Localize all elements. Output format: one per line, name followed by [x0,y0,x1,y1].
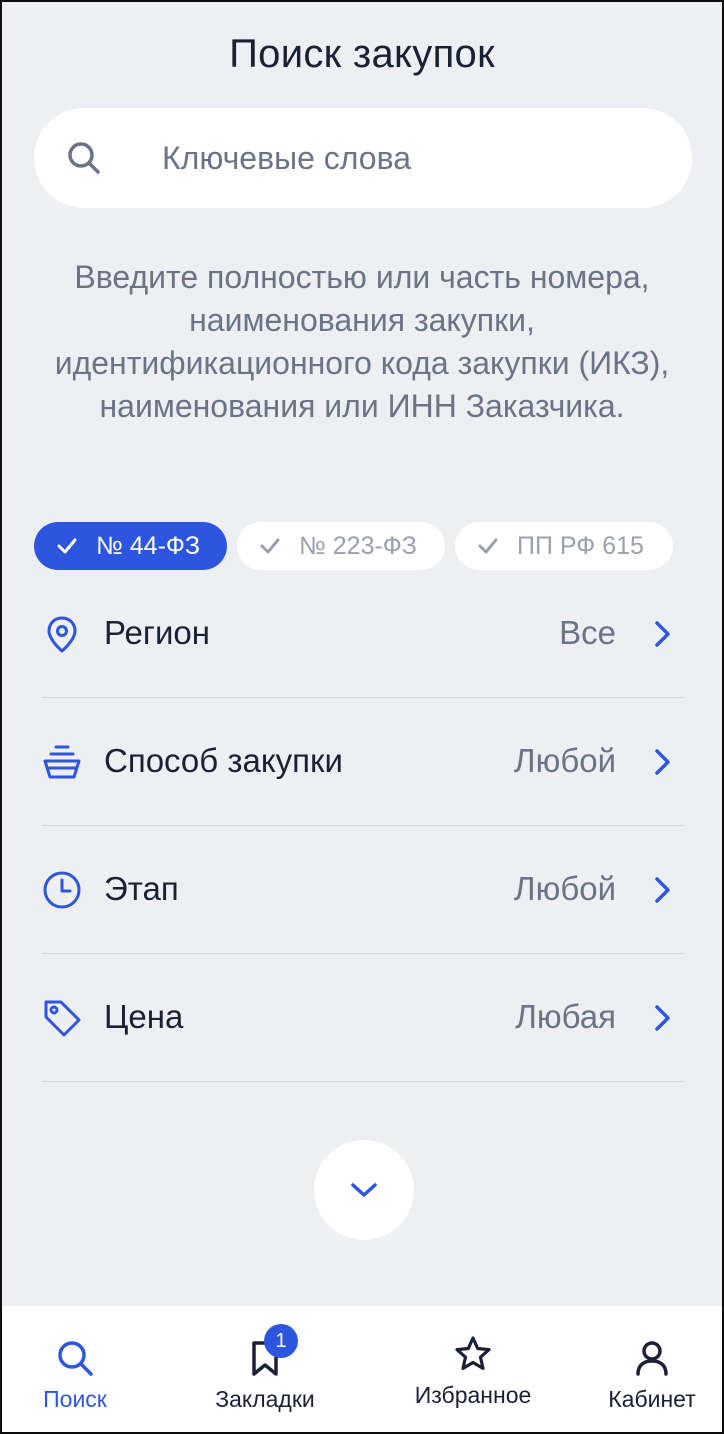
search-bar[interactable] [34,108,692,208]
location-pin-icon [47,616,77,653]
filter-value: Все [559,614,616,651]
chip-label: ПП РФ 615 [517,531,644,560]
search-input[interactable] [130,108,682,208]
check-icon [260,538,280,554]
filter-value: Любой [513,742,616,779]
auction-stand-icon [43,745,81,779]
expand-filters-button[interactable] [314,1140,414,1240]
filter-value: Любая [515,998,616,1035]
filter-region[interactable]: Регион Все [42,570,684,698]
filter-list: Регион Все Способ закупки Любой Этап Люб… [42,570,684,1082]
chevron-right-icon [655,621,670,647]
chevron-right-icon [655,877,670,903]
tab-account[interactable]: Кабинет [600,1306,704,1432]
filter-price[interactable]: Цена Любая [42,954,684,1082]
check-icon [57,538,77,554]
tab-label: Кабинет [608,1386,696,1412]
clock-icon [43,871,81,909]
search-hint: Введите полностью или часть номера, наим… [54,259,670,424]
tab-label: Избранное [414,1382,532,1408]
filter-procurement-method[interactable]: Способ закупки Любой [42,698,684,826]
page-title: Поиск закупок [229,32,495,76]
bottom-tab-bar: Поиск 1 Закладки Избранное Кабинет [2,1306,722,1432]
filter-stage[interactable]: Этап Любой [42,826,684,954]
tab-bookmarks[interactable]: 1 Закладки [202,1306,328,1432]
tab-label: Поиск [43,1386,107,1412]
chip-223-fz[interactable]: № 223-ФЗ [237,522,445,570]
chip-label: № 44-ФЗ [96,531,201,560]
chevron-down-icon [351,1183,377,1197]
chevron-right-icon [655,1005,670,1031]
tab-search[interactable]: Поиск [22,1306,128,1432]
search-icon [68,142,100,174]
chevron-right-icon [655,749,670,775]
chip-label: № 223-ФЗ [299,531,417,560]
filter-label: Цена [104,998,184,1035]
filter-label: Этап [104,870,179,907]
app-screen: Поиск закупок Введите полностью или част… [0,0,724,1434]
tab-label: Закладки [215,1386,315,1412]
user-icon [636,1341,668,1376]
chip-pp-rf-615[interactable]: ПП РФ 615 [455,522,673,570]
chip-44-fz[interactable]: № 44-ФЗ [34,522,227,570]
search-icon [58,1341,93,1376]
star-icon [455,1336,491,1371]
filter-label: Регион [104,614,210,651]
filter-value: Любой [513,870,616,907]
check-icon [478,538,498,554]
tab-favorites[interactable]: Избранное [406,1306,540,1432]
bookmark-count-badge: 1 [264,1324,298,1358]
price-tag-icon [44,1000,81,1037]
filter-label: Способ закупки [104,742,343,779]
